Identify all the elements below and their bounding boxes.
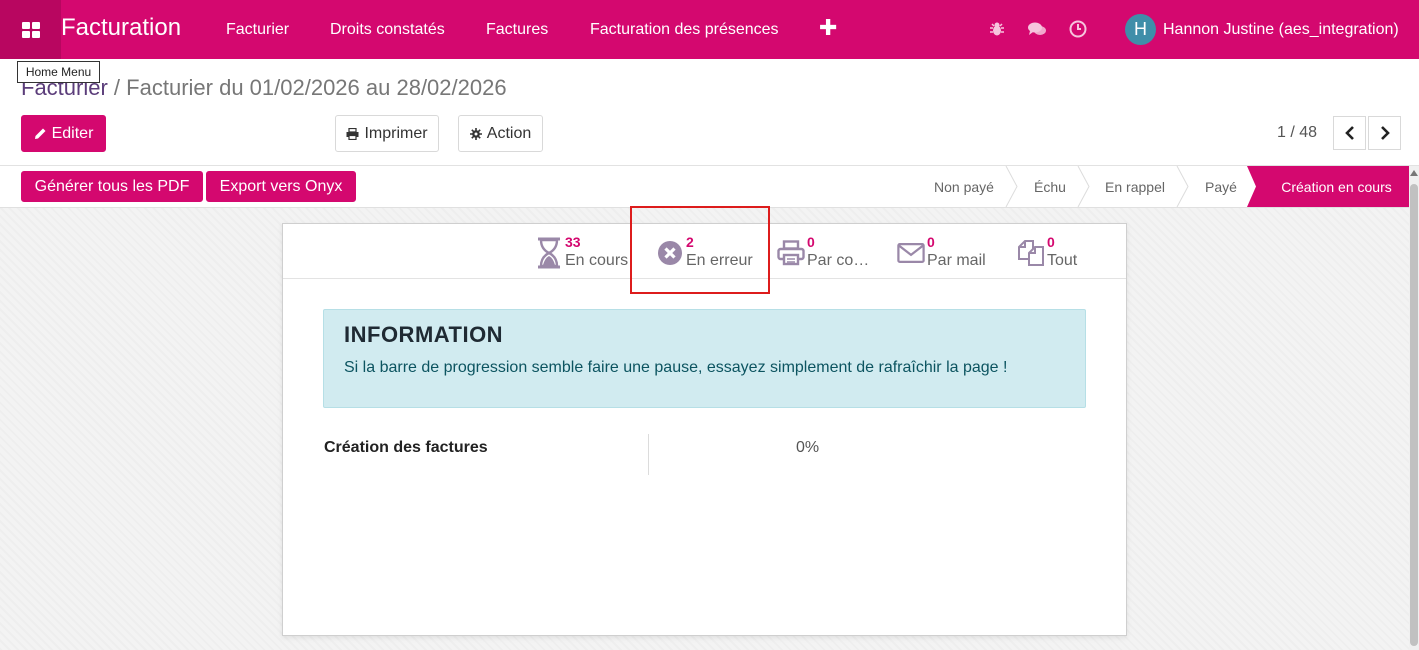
stat-button-tout[interactable]: 0 Tout bbox=[1017, 234, 1097, 274]
stat-value: 0 bbox=[927, 234, 935, 250]
times-circle-icon bbox=[656, 237, 684, 269]
progress-field-value: 0% bbox=[796, 439, 820, 456]
stage-paye[interactable]: Payé bbox=[1190, 166, 1252, 207]
stage-creation-en-cours[interactable]: Création en cours bbox=[1256, 166, 1409, 207]
stat-value: 2 bbox=[686, 234, 694, 250]
clock-icon[interactable] bbox=[1068, 19, 1088, 39]
stat-value: 33 bbox=[565, 234, 581, 250]
export-onyx-button[interactable]: Export vers Onyx bbox=[206, 171, 356, 202]
user-name[interactable]: Hannon Justine (aes_integration) bbox=[1163, 21, 1399, 39]
pager-previous-button[interactable] bbox=[1333, 116, 1366, 150]
apps-grid-icon bbox=[21, 21, 40, 38]
information-alert: INFORMATION Si la barre de progression s… bbox=[323, 309, 1086, 408]
generate-all-pdf-button[interactable]: Générer tous les PDF bbox=[21, 171, 203, 202]
action-button-label: Action bbox=[486, 124, 532, 142]
user-avatar[interactable]: H bbox=[1125, 14, 1156, 45]
hourglass-icon bbox=[535, 237, 563, 269]
chevron-right-icon bbox=[1380, 126, 1390, 140]
app-title: Facturation bbox=[61, 14, 182, 41]
field-separator bbox=[648, 434, 649, 475]
stat-button-par-courrier[interactable]: 0 Par co… bbox=[777, 234, 877, 274]
stat-label: Par mail bbox=[927, 252, 986, 269]
chat-icon[interactable] bbox=[1027, 19, 1047, 39]
stage-separator bbox=[1077, 166, 1090, 207]
stat-button-en-cours[interactable]: 33 En cours bbox=[535, 234, 635, 274]
alert-text: Si la barre de progression semble faire … bbox=[344, 359, 1008, 376]
pager-next-button[interactable] bbox=[1368, 116, 1401, 150]
menu-item-droits-constates[interactable]: Droits constatés bbox=[330, 21, 445, 39]
breadcrumb-current: Facturier du 01/02/2026 au 28/02/2026 bbox=[126, 75, 507, 100]
menu-item-facturation-presences[interactable]: Facturation des présences bbox=[590, 21, 779, 39]
stat-button-en-erreur[interactable]: 2 En erreur bbox=[656, 234, 766, 274]
stage-non-paye[interactable]: Non payé bbox=[920, 166, 1008, 207]
top-navbar: Facturation Facturier Droits constatés F… bbox=[0, 0, 1419, 59]
home-menu-button[interactable] bbox=[0, 0, 61, 59]
print-button[interactable]: Imprimer bbox=[335, 115, 439, 152]
edit-button-label: Editer bbox=[51, 124, 94, 142]
home-menu-tooltip: Home Menu bbox=[17, 61, 100, 83]
stage-active-arrow bbox=[1247, 166, 1259, 207]
stat-value: 0 bbox=[1047, 234, 1055, 250]
pencil-icon bbox=[34, 128, 46, 139]
edit-button[interactable]: Editer bbox=[21, 115, 106, 152]
menu-item-factures[interactable]: Factures bbox=[486, 21, 548, 39]
stage-separator bbox=[1005, 166, 1018, 207]
plus-menu-icon[interactable]: ✚ bbox=[819, 15, 837, 41]
alert-title: INFORMATION bbox=[344, 322, 504, 347]
stage-separator bbox=[1176, 166, 1189, 207]
copy-icon bbox=[1017, 237, 1045, 269]
scroll-up-arrow[interactable] bbox=[1410, 170, 1418, 176]
gear-icon bbox=[469, 127, 482, 140]
print-button-label: Imprimer bbox=[364, 124, 428, 142]
stat-button-par-mail[interactable]: 0 Par mail bbox=[897, 234, 997, 274]
progress-field-label: Création des factures bbox=[324, 439, 488, 456]
pager-value: 1 / 48 bbox=[1277, 124, 1318, 141]
envelope-icon bbox=[897, 237, 925, 269]
print-icon bbox=[346, 127, 359, 140]
stage-echu[interactable]: Échu bbox=[1019, 166, 1081, 207]
bug-icon[interactable] bbox=[987, 19, 1007, 39]
vertical-scrollbar[interactable] bbox=[1409, 166, 1419, 650]
action-button[interactable]: Action bbox=[458, 115, 543, 152]
chevron-left-icon bbox=[1344, 126, 1354, 140]
menu-item-facturier[interactable]: Facturier bbox=[226, 21, 289, 39]
stat-label: Par co… bbox=[807, 252, 870, 269]
stat-label: Tout bbox=[1047, 252, 1078, 269]
button-box-divider bbox=[283, 278, 1126, 279]
stat-label: En cours bbox=[565, 252, 629, 269]
stat-value: 0 bbox=[807, 234, 815, 250]
form-sheet: 33 En cours 2 En erreur 0 Par co… 0 Par … bbox=[282, 223, 1127, 636]
print-icon bbox=[777, 237, 805, 269]
stat-label: En erreur bbox=[686, 252, 753, 269]
breadcrumb-separator: / bbox=[113, 75, 121, 100]
scrollbar-thumb[interactable] bbox=[1410, 184, 1418, 646]
stage-en-rappel[interactable]: En rappel bbox=[1091, 166, 1179, 207]
